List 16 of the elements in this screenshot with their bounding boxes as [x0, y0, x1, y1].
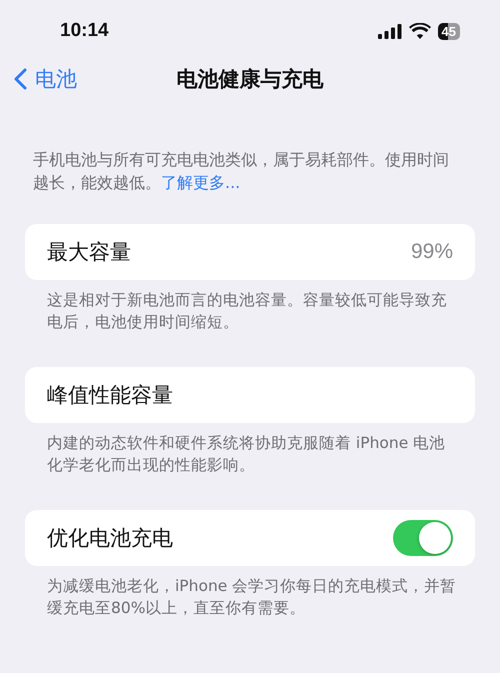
toggle-switch[interactable]	[393, 520, 453, 556]
row-label: 峰值性能容量	[47, 382, 173, 409]
signal-icon	[378, 24, 402, 38]
back-button[interactable]: 电池	[14, 65, 77, 93]
status-time: 10:14	[60, 20, 109, 42]
row-label: 最大容量	[47, 239, 131, 266]
chevron-left-icon	[14, 68, 27, 90]
footnote-text: 内建的动态软件和硬件系统将协助克服随着 iPhone 电池化学老化而出现的性能影响。	[47, 433, 446, 476]
learn-more-link[interactable]: 了解更多...	[161, 173, 240, 192]
intro-text: 手机电池与所有可充电电池类似，属于易耗部件。使用时间越长，能效越低。了解更多...	[33, 149, 450, 194]
row-value: 99%	[410, 240, 453, 264]
footnote-text: 这是相对于新电池而言的电池容量。容量较低可能导致充电后，电池使用时间缩短。	[47, 290, 448, 333]
page-title: 电池健康与充电	[176, 66, 324, 93]
wifi-icon	[408, 23, 431, 39]
footnote-text: 为减缓电池老化，iPhone 会学习你每日的充电模式，并暂缓充电至80%以上，直至你有需要。	[47, 576, 458, 619]
row-label: 优化电池充电	[47, 525, 173, 552]
